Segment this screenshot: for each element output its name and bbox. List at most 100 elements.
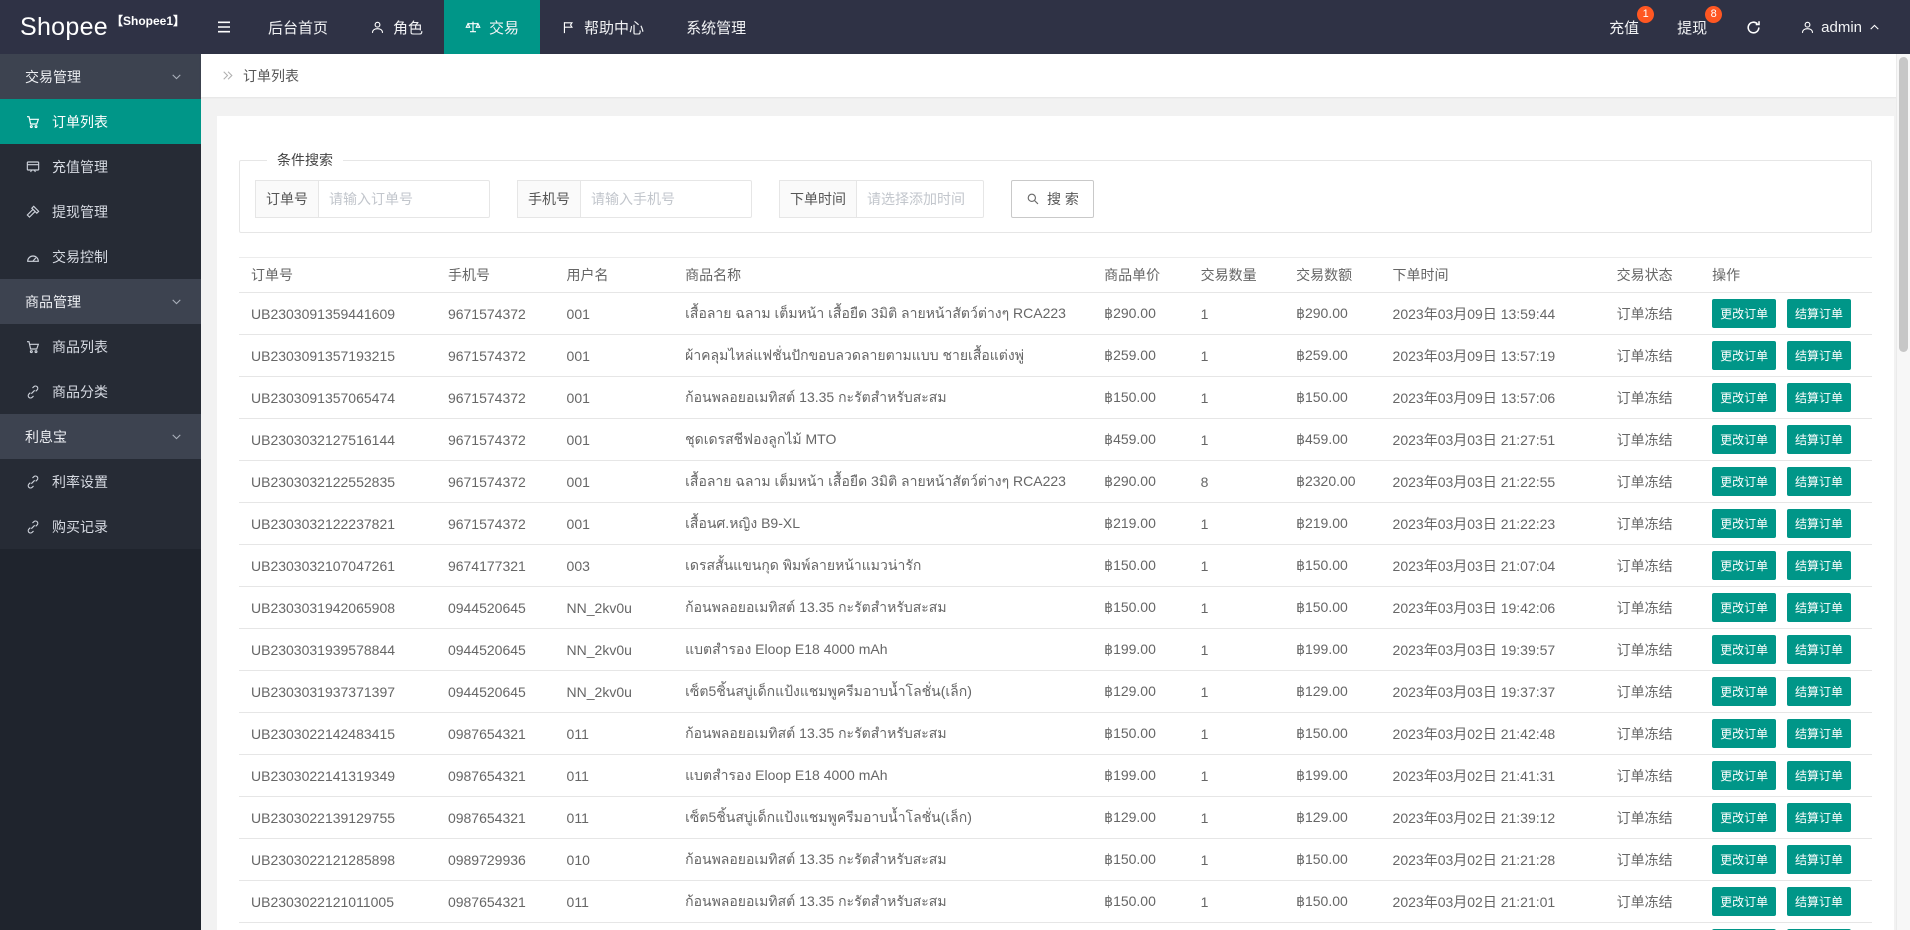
settle-order-button[interactable]: 结算订单: [1787, 383, 1852, 412]
sidebar-collapse-button[interactable]: [201, 0, 247, 54]
user-menu[interactable]: admin: [1781, 0, 1900, 54]
change-order-button[interactable]: 更改订单: [1712, 593, 1777, 622]
qty-cell: 1: [1188, 292, 1285, 335]
page-title: 订单列表: [243, 67, 299, 84]
link-icon: [25, 384, 41, 400]
settle-order-button[interactable]: 结算订单: [1787, 341, 1852, 370]
order-id-cell: UB2303031939578844: [239, 628, 436, 671]
nav-dashboard[interactable]: 后台首页: [247, 0, 349, 54]
sidebar: 交易管理 订单列表 充值管理 提现管理 交易控制 商品管理 商品列表 商品分类 …: [0, 54, 201, 930]
settle-order-button[interactable]: 结算订单: [1787, 425, 1852, 454]
change-order-button[interactable]: 更改订单: [1712, 677, 1777, 706]
table-row: UB2303022139129755 0987654321 011 เซ็ต5ช…: [239, 796, 1872, 839]
actions-cell: 更改订单 结算订单: [1700, 586, 1872, 629]
order-time-cell: 2023年03月03日 21:27:51: [1380, 418, 1605, 461]
status-badge: 订单冻结: [1604, 796, 1701, 839]
order-time-cell: 2023年03月03日 21:07:04: [1380, 544, 1605, 587]
app-logo[interactable]: Shopee 【Shopee1】: [0, 0, 201, 54]
change-order-button[interactable]: 更改订单: [1712, 803, 1777, 832]
vertical-scrollbar[interactable]: [1896, 54, 1910, 930]
scrollbar-thumb[interactable]: [1899, 57, 1908, 352]
sidebar-item-product-category[interactable]: 商品分类: [0, 369, 201, 414]
change-order-button[interactable]: 更改订单: [1712, 635, 1777, 664]
unit-price-cell: ฿150.00: [1092, 376, 1189, 419]
phone-cell: 0987654321: [435, 754, 555, 797]
status-badge: 订单冻结: [1604, 880, 1701, 923]
change-order-button[interactable]: 更改订单: [1712, 425, 1777, 454]
change-order-button[interactable]: 更改订单: [1712, 467, 1777, 496]
withdraw-badge: 8: [1705, 6, 1723, 23]
sidebar-item-product-list[interactable]: 商品列表: [0, 324, 201, 369]
phone-field-group: 手机号: [517, 180, 752, 218]
phone-cell: 9674177321: [435, 544, 555, 587]
sidebar-item-purchase-records[interactable]: 购买记录: [0, 504, 201, 549]
phone-cell: 9671574372: [435, 502, 555, 545]
nav-system[interactable]: 系统管理: [665, 0, 767, 54]
change-order-button[interactable]: 更改订单: [1712, 887, 1777, 916]
username-cell: 011: [554, 796, 674, 839]
change-order-button[interactable]: 更改订单: [1712, 341, 1777, 370]
phone-input[interactable]: [580, 180, 752, 218]
chevron-down-icon: [170, 295, 183, 308]
actions-cell: 更改订单 结算订单: [1700, 880, 1872, 923]
phone-cell: 9671574372: [435, 334, 555, 377]
nav-label: 帮助中心: [584, 19, 645, 37]
breadcrumb: 订单列表: [201, 54, 1910, 97]
change-order-button[interactable]: 更改订单: [1712, 551, 1777, 580]
sidebar-item-rate-settings[interactable]: 利率设置: [0, 459, 201, 504]
product-name-cell: ก้อนพลอยอเมทิสต์ 13.35 กะรัตสำหรับสะสม: [673, 586, 1093, 629]
sidebar-item-recharge[interactable]: 充值管理: [0, 144, 201, 189]
nav-roles[interactable]: 角色: [349, 0, 444, 54]
change-order-button[interactable]: 更改订单: [1712, 509, 1777, 538]
sidebar-item-order-list[interactable]: 订单列表: [0, 99, 201, 144]
table-header-row: 订单号 手机号 用户名 商品名称 商品单价 交易数量 交易数额 下单时间 交易状…: [239, 257, 1872, 293]
admin-app: Shopee 【Shopee1】 后台首页 角色 交易 帮助中心 系统管理 充值…: [0, 0, 1910, 930]
sidebar-item-withdraw[interactable]: 提现管理: [0, 189, 201, 234]
settle-order-button[interactable]: 结算订单: [1787, 299, 1852, 328]
change-order-button[interactable]: 更改订单: [1712, 719, 1777, 748]
settle-order-button[interactable]: 结算订单: [1787, 467, 1852, 496]
order-time-cell: 2023年03月09日 13:57:06: [1380, 376, 1605, 419]
sidebar-group-interest[interactable]: 利息宝: [0, 414, 201, 459]
flag-icon: [561, 20, 576, 35]
username-cell: 003: [554, 544, 674, 587]
change-order-button[interactable]: 更改订单: [1712, 761, 1777, 790]
nav-trade[interactable]: 交易: [444, 0, 541, 54]
withdraw-link[interactable]: 提现 8: [1658, 0, 1726, 54]
settle-order-button[interactable]: 结算订单: [1787, 887, 1852, 916]
search-button[interactable]: 搜 索: [1011, 180, 1094, 218]
settle-order-button[interactable]: 结算订单: [1787, 635, 1852, 664]
sidebar-group-products[interactable]: 商品管理: [0, 279, 201, 324]
settle-order-button[interactable]: 结算订单: [1787, 509, 1852, 538]
phone-cell: 0987654321: [435, 712, 555, 755]
status-badge: 订单冻结: [1604, 628, 1701, 671]
settle-order-button[interactable]: 结算订单: [1787, 803, 1852, 832]
product-name-cell: ก้อนพลอยอเมทิสต์ 13.35 กะรัตสำหรับสะสม: [673, 376, 1093, 419]
order-id-input[interactable]: [318, 180, 490, 218]
settle-order-button[interactable]: 结算订单: [1787, 593, 1852, 622]
order-time-input[interactable]: [856, 180, 984, 218]
username-cell: 011: [554, 880, 674, 923]
refresh-button[interactable]: [1726, 0, 1781, 54]
status-badge: 订单冻结: [1604, 334, 1701, 377]
change-order-button[interactable]: 更改订单: [1712, 383, 1777, 412]
status-badge: 订单冻结: [1604, 376, 1701, 419]
sidebar-group-trade[interactable]: 交易管理: [0, 54, 201, 99]
product-name-cell: เสื้อลาย ฉลาม เต็มหน้า เสื้อยืด 3มิติ ลา…: [673, 292, 1093, 335]
sidebar-item-trade-control[interactable]: 交易控制: [0, 234, 201, 279]
username-cell: 001: [554, 460, 674, 503]
scales-icon: [465, 19, 481, 35]
status-badge: 订单冻结: [1604, 418, 1701, 461]
settle-order-button[interactable]: 结算订单: [1787, 677, 1852, 706]
unit-price-cell: ฿219.00: [1092, 502, 1189, 545]
change-order-button[interactable]: 更改订单: [1712, 299, 1777, 328]
recharge-link[interactable]: 充值 1: [1590, 0, 1658, 54]
amount-cell: ฿129.00: [1284, 796, 1381, 839]
nav-help-center[interactable]: 帮助中心: [540, 0, 665, 54]
settle-order-button[interactable]: 结算订单: [1787, 761, 1852, 790]
settle-order-button[interactable]: 结算订单: [1787, 551, 1852, 580]
change-order-button[interactable]: 更改订单: [1712, 845, 1777, 874]
settle-order-button[interactable]: 结算订单: [1787, 845, 1852, 874]
settle-order-button[interactable]: 结算订单: [1787, 719, 1852, 748]
order-id-cell: UB2303022139129755: [239, 796, 436, 839]
